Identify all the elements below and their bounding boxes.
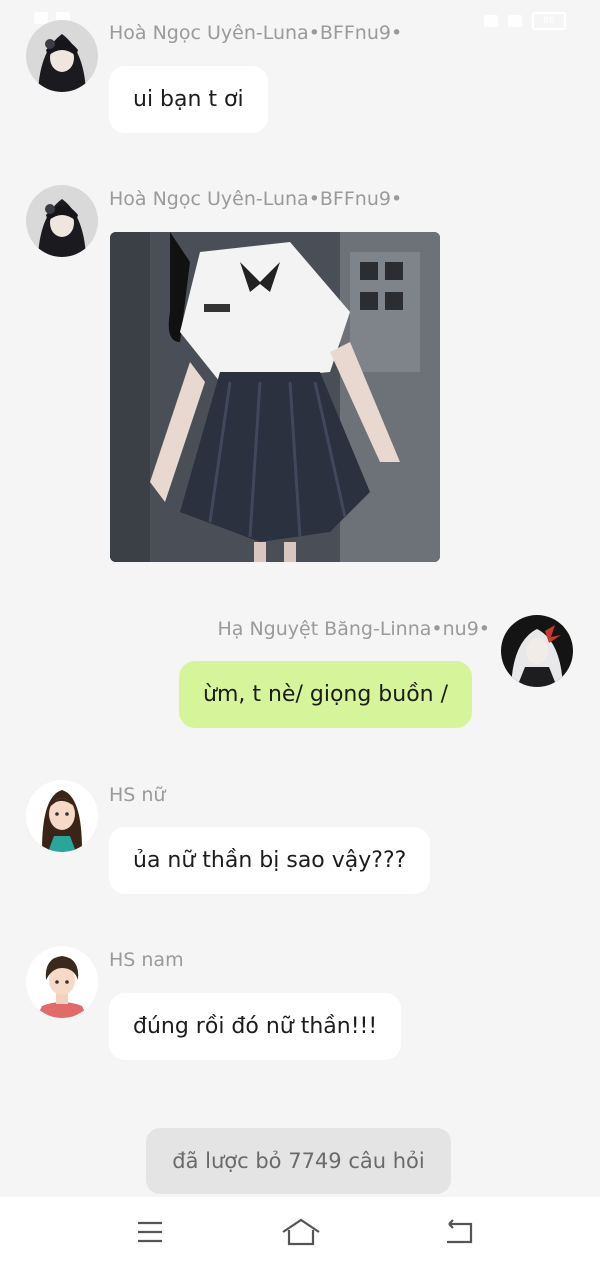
status-right-icons: 88 — [484, 12, 566, 30]
sender-name: HS nam — [109, 949, 184, 971]
signal-icon — [34, 12, 48, 24]
avatar-hs-nu[interactable] — [26, 780, 98, 852]
sender-name: HS nữ — [109, 784, 166, 806]
sender-name: Hoà Ngọc Uyên-Luna•BFFnu9• — [109, 22, 403, 44]
bluetooth-icon — [484, 15, 498, 27]
battery-icon: 88 — [532, 12, 566, 30]
school-uniform-photo[interactable] — [110, 232, 440, 562]
menu-icon[interactable] — [132, 1214, 168, 1250]
back-icon[interactable] — [441, 1214, 477, 1250]
message-bubble[interactable]: ủa nữ thần bị sao vậy??? — [109, 827, 431, 894]
avatar-hs-nam[interactable] — [26, 946, 98, 1018]
navigation-bar — [0, 1197, 600, 1267]
avatar-luna[interactable] — [26, 185, 98, 257]
message-bubble[interactable]: ui bạn t ơi — [109, 66, 268, 133]
message-bubble[interactable]: đúng rồi đó nữ thần!!! — [109, 993, 402, 1060]
wifi-icon — [508, 15, 522, 27]
sender-name: Hạ Nguyệt Băng-Linna•nu9• — [217, 618, 490, 640]
sender-name: Hoà Ngọc Uyên-Luna•BFFnu9• — [109, 188, 403, 210]
avatar-luna[interactable] — [26, 20, 98, 92]
avatar-linna[interactable] — [501, 615, 573, 687]
system-notice: đã lược bỏ 7749 câu hỏi — [146, 1128, 451, 1194]
home-icon[interactable] — [281, 1214, 320, 1250]
message-bubble-mine[interactable]: ừm, t nè/ giọng buồn / — [179, 661, 473, 728]
